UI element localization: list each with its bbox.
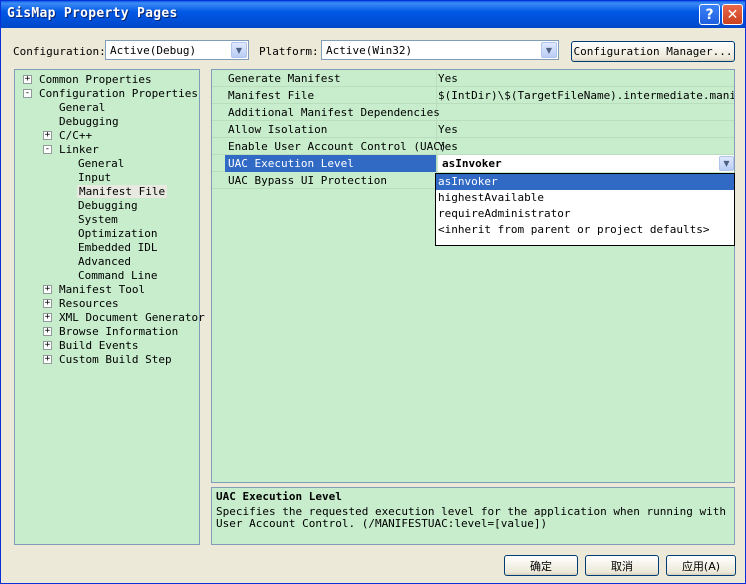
collapse-icon[interactable]: -: [23, 89, 32, 98]
configuration-manager-button[interactable]: Configuration Manager...: [571, 41, 735, 62]
property-name: Additional Manifest Dependencies: [228, 106, 440, 119]
tree-item-debugging[interactable]: Debugging: [59, 115, 119, 128]
configuration-combo[interactable]: Active(Debug) ▼: [105, 40, 249, 60]
tree-item-general[interactable]: General: [59, 101, 105, 114]
cancel-button[interactable]: 取消: [585, 555, 659, 576]
apply-button[interactable]: 应用(A): [666, 555, 736, 576]
platform-value: Active(Win32): [326, 44, 413, 57]
description-panel: UAC Execution Level Specifies the reques…: [211, 487, 735, 545]
tree-item-linker-embedded-idl[interactable]: Embedded IDL: [78, 241, 157, 254]
expand-icon[interactable]: +: [43, 285, 52, 294]
title-bar[interactable]: GisMap Property Pages ? ✕: [1, 1, 745, 28]
expand-icon[interactable]: +: [43, 299, 52, 308]
close-icon: ✕: [726, 6, 739, 23]
description-text: Specifies the requested execution level …: [216, 505, 726, 530]
ok-button[interactable]: 确定: [504, 555, 578, 576]
property-value: Yes: [438, 140, 458, 153]
configuration-label: Configuration:: [13, 45, 106, 58]
configuration-value: Active(Debug): [110, 44, 197, 57]
property-row-selected[interactable]: UAC Execution Level asInvoker ▼: [212, 155, 734, 172]
uac-level-dropdown-list: asInvoker highestAvailable requireAdmini…: [435, 173, 735, 246]
collapse-icon[interactable]: -: [43, 145, 52, 154]
expand-icon[interactable]: +: [43, 327, 52, 336]
dropdown-option-requireadministrator[interactable]: requireAdministrator: [436, 206, 734, 222]
property-name: Allow Isolation: [228, 123, 328, 136]
tree-item-linker-manifest-file[interactable]: Manifest File: [77, 185, 168, 198]
window-title: GisMap Property Pages: [7, 6, 178, 21]
uac-level-value: asInvoker: [442, 157, 502, 170]
property-row[interactable]: Additional Manifest Dependencies: [212, 104, 734, 121]
property-row[interactable]: Generate Manifest Yes: [212, 70, 734, 87]
tree-item-linker-optimization[interactable]: Optimization: [78, 227, 157, 240]
property-value: $(IntDir)\$(TargetFileName).intermediate…: [438, 89, 735, 102]
tree-item-linker-input[interactable]: Input: [78, 171, 111, 184]
property-name: UAC Bypass UI Protection: [228, 174, 387, 187]
category-tree: + Common Properties - Configuration Prop…: [14, 69, 205, 545]
property-grid: Generate Manifest Yes Manifest File $(In…: [211, 69, 735, 483]
property-row[interactable]: Allow Isolation Yes: [212, 121, 734, 138]
platform-combo[interactable]: Active(Win32) ▼: [321, 40, 559, 60]
expand-icon[interactable]: +: [23, 75, 32, 84]
expand-icon[interactable]: +: [43, 355, 52, 364]
help-icon: ?: [705, 6, 714, 23]
chevron-down-icon[interactable]: ▼: [541, 42, 557, 58]
expand-icon[interactable]: +: [43, 313, 52, 322]
property-row[interactable]: Enable User Account Control (UAC) Yes: [212, 138, 734, 155]
property-name: Manifest File: [228, 89, 315, 102]
tree-item-linker-debugging[interactable]: Debugging: [78, 199, 138, 212]
dropdown-option-inherit[interactable]: <inherit from parent or project defaults…: [436, 222, 734, 238]
property-row[interactable]: Manifest File $(IntDir)\$(TargetFileName…: [212, 87, 735, 104]
description-title: UAC Execution Level: [216, 490, 342, 503]
help-button[interactable]: ?: [699, 4, 720, 25]
expand-icon[interactable]: +: [43, 341, 52, 350]
expand-icon[interactable]: +: [43, 131, 52, 140]
property-name: UAC Execution Level: [228, 157, 354, 170]
close-button[interactable]: ✕: [722, 4, 743, 25]
tree-item-linker-general[interactable]: General: [78, 157, 124, 170]
property-value: Yes: [438, 72, 458, 85]
uac-level-combo[interactable]: asInvoker ▼: [438, 155, 734, 172]
property-pages-window: GisMap Property Pages ? ✕ Configuration:…: [0, 0, 746, 584]
platform-label: Platform:: [259, 45, 319, 58]
dropdown-option-highestavailable[interactable]: highestAvailable: [436, 190, 734, 206]
property-value: Yes: [438, 123, 458, 136]
tree-item-linker-command-line[interactable]: Command Line: [78, 269, 157, 282]
dropdown-option-asinvoker[interactable]: asInvoker: [436, 174, 734, 190]
property-name: Generate Manifest: [228, 72, 341, 85]
chevron-down-icon[interactable]: ▼: [719, 156, 734, 171]
chevron-down-icon[interactable]: ▼: [231, 42, 247, 58]
tree-item-linker-advanced[interactable]: Advanced: [78, 255, 131, 268]
tree-item-linker-system[interactable]: System: [78, 213, 118, 226]
property-name: Enable User Account Control (UAC): [228, 140, 447, 153]
